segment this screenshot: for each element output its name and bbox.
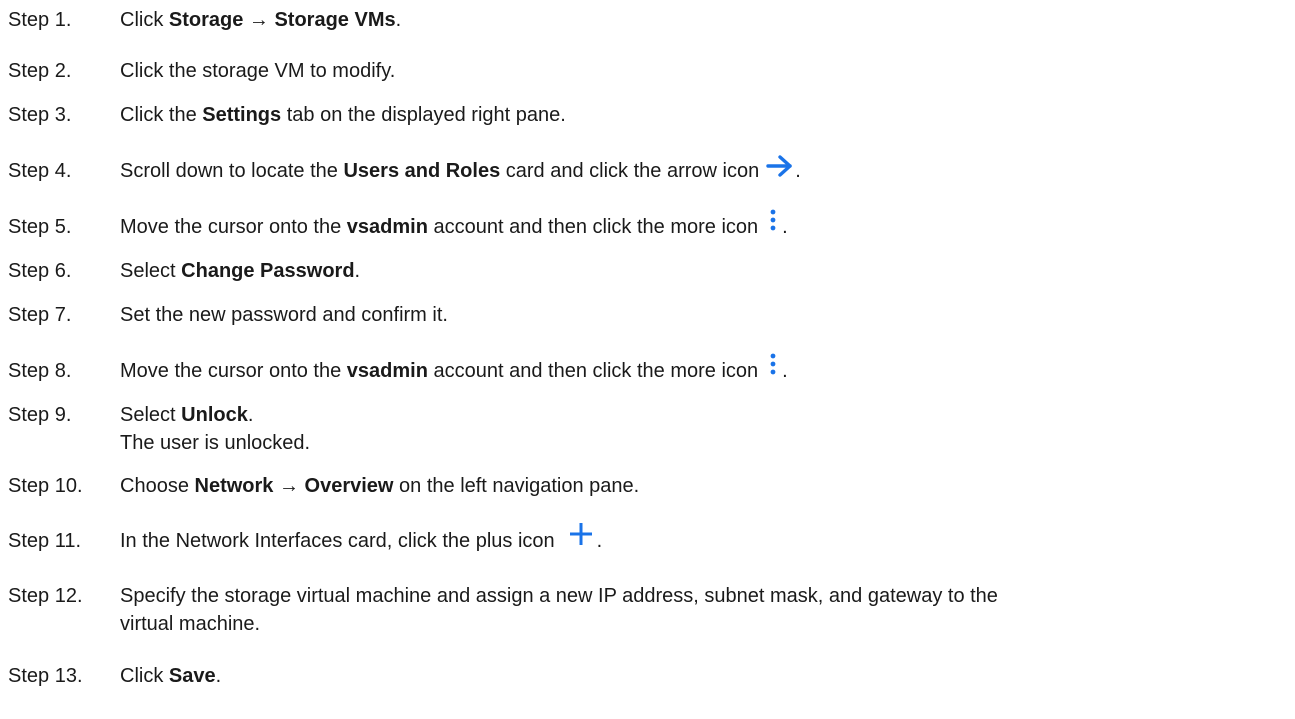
- step-result-text: The user is unlocked.: [120, 432, 311, 454]
- step-3: Step 3. Click the Settings tab on the di…: [8, 101, 1280, 129]
- step-bold-term: Save: [168, 665, 216, 687]
- arrow-right-icon: [765, 155, 795, 177]
- step-text-part: .: [395, 9, 402, 31]
- step-text-part: .: [247, 404, 254, 426]
- step-text: In the Network Interfaces card, click th…: [120, 522, 1280, 555]
- step-11: Step 11. In the Network Interfaces card,…: [8, 522, 1280, 555]
- step-4: Step 4. Scroll down to locate the Users …: [8, 155, 1280, 185]
- step-text-continuation: virtual machine.: [120, 613, 261, 635]
- step-9: Step 9. Select Unlock. The user is unlock…: [8, 401, 1280, 457]
- step-label: Step 2.: [8, 60, 72, 82]
- step-bold-term: Network → Overview: [194, 475, 394, 497]
- step-10: Step 10. Choose Network → Overview on th…: [8, 472, 1280, 500]
- step-text-part: In the Network Interfaces card, click th…: [120, 530, 555, 552]
- step-bold-term: Users and Roles: [343, 160, 501, 182]
- step-text-part: Select: [120, 404, 182, 426]
- plus-icon: [569, 522, 593, 546]
- step-bold-term: vsadmin: [346, 360, 428, 382]
- step-text-part: .: [782, 216, 788, 238]
- step-label: Step 5.: [8, 216, 72, 238]
- step-label: Step 7.: [8, 304, 72, 326]
- step-text-part: .: [354, 260, 361, 282]
- step-text-part: tab on the displayed right pane.: [281, 104, 566, 126]
- step-text-part: Set the new password and confirm it.: [120, 304, 448, 326]
- step-text-part: Specify the storage virtual machine and …: [120, 585, 998, 607]
- step-text-part: Scroll down to locate the: [120, 160, 344, 182]
- step-text-part: account and then click the more icon: [427, 360, 759, 382]
- step-bold-term: Settings: [202, 104, 282, 126]
- step-text-part: .: [596, 530, 603, 552]
- step-text: Click the Settings tab on the displayed …: [120, 101, 1280, 129]
- step-label: Step 9.: [8, 404, 72, 426]
- step-bold-term: Unlock: [181, 404, 248, 426]
- step-text: Move the cursor onto the vsadmin account…: [120, 353, 1280, 385]
- more-vertical-icon: [770, 209, 776, 231]
- step-text: Select Change Password.: [120, 257, 1280, 285]
- step-text: Select Unlock. The user is unlocked.: [120, 401, 1280, 457]
- step-text-part: Click: [120, 9, 169, 31]
- step-label: Step 6.: [8, 260, 72, 282]
- step-text-part: card and click the arrow icon: [500, 160, 760, 182]
- step-text: Click the storage VM to modify.: [120, 57, 1280, 85]
- step-label: Step 1.: [8, 9, 72, 31]
- step-text: Click Storage → Storage VMs.: [120, 6, 1280, 34]
- step-text: Choose Network → Overview on the left na…: [120, 472, 1280, 500]
- step-text-part: Choose: [120, 475, 195, 497]
- step-8: Step 8. Move the cursor onto the vsadmin…: [8, 353, 1280, 385]
- step-text: Move the cursor onto the vsadmin account…: [120, 209, 1280, 241]
- step-text-part: .: [215, 665, 222, 687]
- step-label: Step 11.: [8, 530, 82, 552]
- step-text-part: on the left navigation pane.: [393, 475, 640, 497]
- step-bold-term: Storage → Storage VMs: [168, 9, 396, 31]
- step-text-part: Click the: [120, 104, 203, 126]
- more-vertical-icon: [770, 353, 776, 375]
- step-label: Step 13.: [8, 665, 83, 687]
- step-6: Step 6. Select Change Password.: [8, 257, 1280, 285]
- step-text-part: Move the cursor onto the: [120, 216, 347, 238]
- step-label: Step 8.: [8, 360, 72, 382]
- step-text-part: .: [795, 160, 801, 182]
- step-5: Step 5. Move the cursor onto the vsadmin…: [8, 209, 1280, 241]
- step-7: Step 7. Set the new password and confirm…: [8, 301, 1280, 329]
- step-bold-term: Change Password: [181, 260, 355, 282]
- step-12: Step 12. Specify the storage virtual mac…: [8, 582, 1280, 638]
- step-13: Step 13. Click Save.: [8, 662, 1280, 690]
- step-2: Step 2. Click the storage VM to modify.: [8, 57, 1280, 85]
- step-text-part: Click: [120, 665, 169, 687]
- step-text: Scroll down to locate the Users and Role…: [120, 155, 1280, 185]
- step-label: Step 4.: [8, 160, 72, 182]
- step-text-part: .: [782, 360, 788, 382]
- step-text-part: Select: [120, 260, 182, 282]
- step-text: Set the new password and confirm it.: [120, 301, 1280, 329]
- step-text: Click Save.: [120, 662, 1280, 690]
- step-label: Step 12.: [8, 585, 83, 607]
- step-1: Step 1. Click Storage → Storage VMs.: [8, 6, 1280, 34]
- step-label: Step 10.: [8, 475, 83, 497]
- step-text-part: Click the storage VM to modify.: [120, 60, 396, 82]
- step-text: Specify the storage virtual machine and …: [120, 582, 1280, 638]
- step-text-part: account and then click the more icon: [427, 216, 759, 238]
- step-text-part: Move the cursor onto the: [120, 360, 347, 382]
- step-bold-term: vsadmin: [346, 216, 428, 238]
- step-label: Step 3.: [8, 104, 72, 126]
